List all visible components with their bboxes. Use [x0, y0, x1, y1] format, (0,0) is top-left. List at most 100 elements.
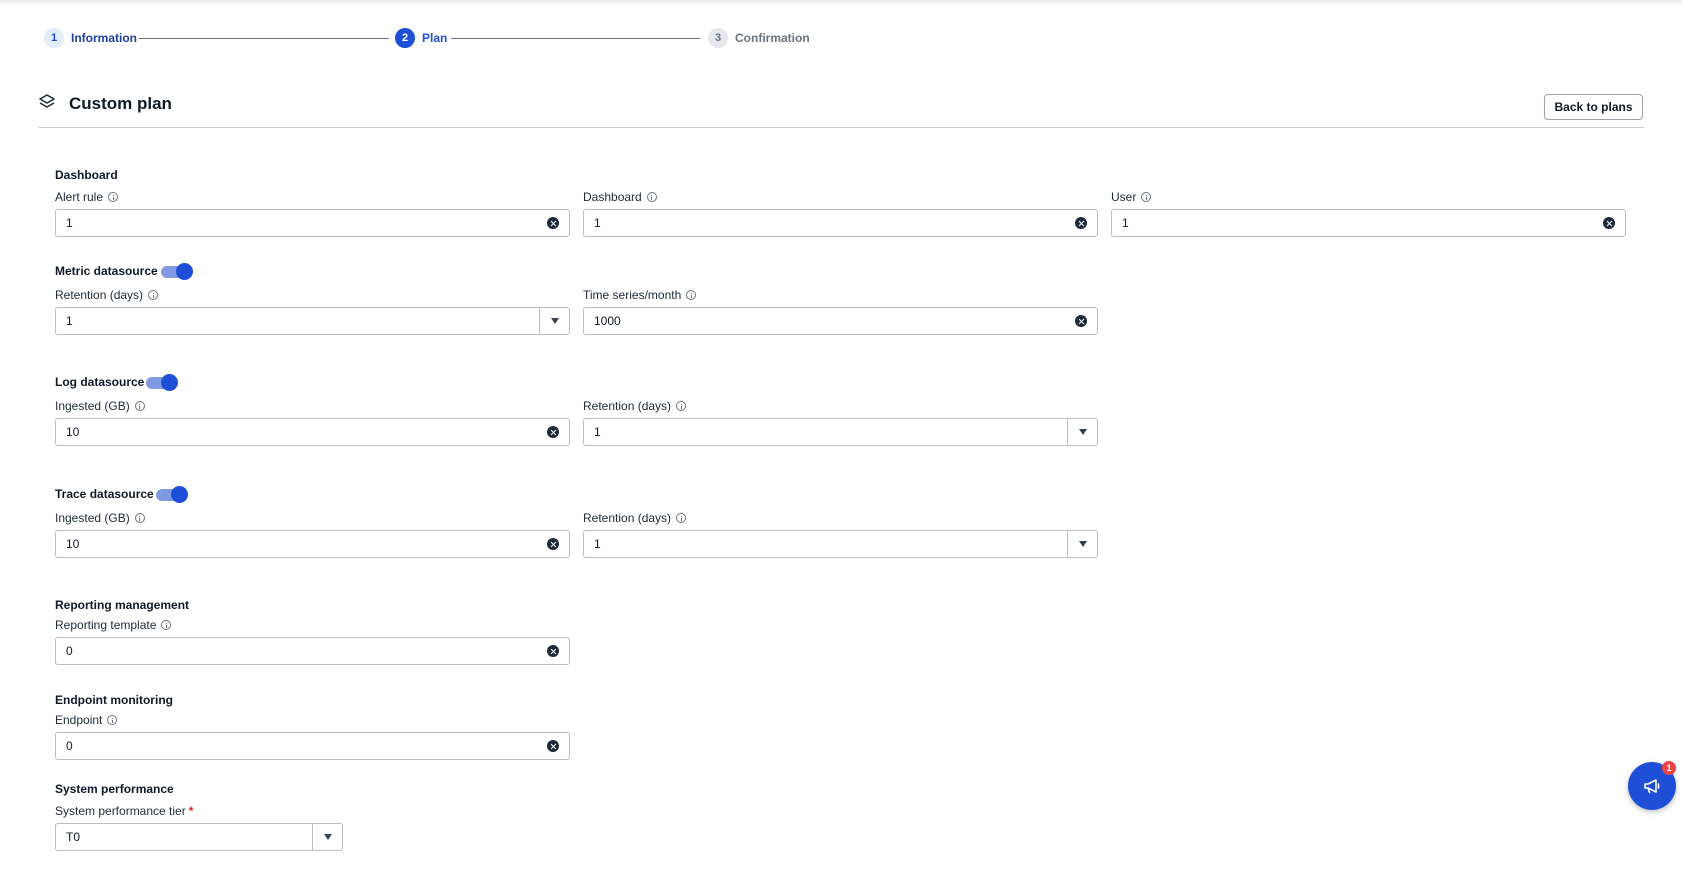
log-datasource-toggle[interactable]	[146, 374, 178, 391]
toggle-knob	[161, 374, 178, 391]
step-information[interactable]: 1 Information	[44, 28, 137, 48]
info-icon[interactable]	[676, 401, 687, 411]
field-label-reporting-template: Reporting template	[55, 618, 172, 632]
field-label-trace-retention: Retention (days)	[583, 511, 687, 525]
label-text: Alert rule	[55, 190, 104, 204]
label-text: Retention (days)	[583, 399, 672, 413]
dropdown-arrow-icon[interactable]	[1067, 531, 1097, 557]
info-icon[interactable]	[1141, 192, 1152, 202]
step-connector	[139, 38, 389, 39]
label-text: Ingested (GB)	[55, 511, 130, 525]
dashboard-field	[583, 209, 1098, 237]
select-value: 1	[594, 537, 601, 551]
label-text: Time series/month	[583, 288, 682, 302]
section-title-trace-datasource: Trace datasource	[55, 487, 154, 501]
field-label-alert-rule: Alert rule	[55, 190, 119, 204]
field-label-system-performance-tier: System performance tier *	[55, 804, 193, 818]
step-label: Plan	[422, 31, 448, 45]
header-divider	[38, 127, 1644, 128]
stepper: 1 Information 2 Plan 3 Confirmation	[44, 28, 810, 50]
clear-icon[interactable]	[1075, 217, 1087, 229]
step-plan[interactable]: 2 Plan	[395, 28, 447, 48]
label-text: Reporting template	[55, 618, 157, 632]
label-text: System performance tier	[55, 804, 186, 818]
step-label: Information	[71, 31, 137, 45]
toggle-knob	[171, 486, 188, 503]
info-icon[interactable]	[676, 513, 687, 523]
info-icon[interactable]	[107, 715, 118, 725]
label-text: Endpoint	[55, 713, 103, 727]
notification-badge: 1	[1662, 761, 1676, 775]
section-title-endpoint-monitoring: Endpoint monitoring	[55, 693, 173, 707]
section-title-reporting-management: Reporting management	[55, 598, 190, 612]
log-retention-select[interactable]: 1	[583, 418, 1098, 446]
field-label-trace-ingested: Ingested (GB)	[55, 511, 145, 525]
clear-icon[interactable]	[1075, 315, 1087, 327]
user-field	[1111, 209, 1626, 237]
info-icon[interactable]	[108, 192, 119, 202]
clear-icon[interactable]	[547, 538, 559, 550]
megaphone-icon	[1644, 779, 1660, 794]
top-shadow	[0, 0, 1682, 6]
label-text: Ingested (GB)	[55, 399, 130, 413]
trace-ingested-input[interactable]	[56, 531, 547, 557]
dropdown-arrow-icon[interactable]	[312, 824, 342, 850]
metric-datasource-toggle[interactable]	[161, 263, 193, 280]
field-label-log-retention: Retention (days)	[583, 399, 687, 413]
time-series-field	[583, 307, 1098, 335]
clear-icon[interactable]	[547, 740, 559, 752]
label-text: Retention (days)	[583, 511, 672, 525]
info-icon[interactable]	[686, 290, 697, 300]
system-performance-tier-select[interactable]: T0	[55, 823, 343, 851]
endpoint-field	[55, 732, 570, 760]
label-text: Dashboard	[583, 190, 642, 204]
field-label-log-ingested: Ingested (GB)	[55, 399, 145, 413]
info-icon[interactable]	[134, 401, 145, 411]
info-icon[interactable]	[134, 513, 145, 523]
endpoint-input[interactable]	[56, 733, 547, 759]
dropdown-arrow-icon[interactable]	[1067, 419, 1097, 445]
field-label-endpoint: Endpoint	[55, 713, 118, 727]
step-number: 3	[708, 28, 728, 48]
label-text: User	[1111, 190, 1137, 204]
step-label: Confirmation	[735, 31, 810, 45]
step-confirmation[interactable]: 3 Confirmation	[708, 28, 810, 48]
info-icon[interactable]	[161, 620, 172, 630]
reporting-template-input[interactable]	[56, 638, 547, 664]
dropdown-arrow-icon[interactable]	[539, 308, 569, 334]
step-number: 2	[395, 28, 415, 48]
section-title-metric-datasource: Metric datasource	[55, 264, 158, 278]
clear-icon[interactable]	[1603, 217, 1615, 229]
select-value: T0	[66, 830, 81, 844]
select-value: 1	[594, 425, 601, 439]
section-title-system-performance: System performance	[55, 782, 174, 796]
field-label-dashboard: Dashboard	[583, 190, 657, 204]
info-icon[interactable]	[646, 192, 657, 202]
step-number: 1	[44, 28, 64, 48]
reporting-template-field	[55, 637, 570, 665]
field-label-time-series: Time series/month	[583, 288, 697, 302]
step-connector	[451, 38, 700, 39]
trace-datasource-toggle[interactable]	[156, 486, 188, 503]
trace-ingested-field	[55, 530, 570, 558]
clear-icon[interactable]	[547, 426, 559, 438]
toggle-knob	[176, 263, 193, 280]
label-text: Retention (days)	[55, 288, 144, 302]
field-label-user: User	[1111, 190, 1152, 204]
section-title-log-datasource: Log datasource	[55, 375, 145, 389]
log-ingested-input[interactable]	[56, 419, 547, 445]
dashboard-input[interactable]	[584, 210, 1075, 236]
info-icon[interactable]	[148, 290, 159, 300]
metric-retention-select[interactable]: 1	[55, 307, 570, 335]
clear-icon[interactable]	[547, 645, 559, 657]
select-value: 1	[66, 314, 73, 328]
alert-rule-input[interactable]	[56, 210, 547, 236]
clear-icon[interactable]	[547, 217, 559, 229]
section-title-dashboard: Dashboard	[55, 168, 118, 182]
trace-retention-select[interactable]: 1	[583, 530, 1098, 558]
alert-rule-field	[55, 209, 570, 237]
log-ingested-field	[55, 418, 570, 446]
back-to-plans-button[interactable]: Back to plans	[1544, 94, 1643, 120]
time-series-input[interactable]	[584, 308, 1075, 334]
user-input[interactable]	[1112, 210, 1603, 236]
